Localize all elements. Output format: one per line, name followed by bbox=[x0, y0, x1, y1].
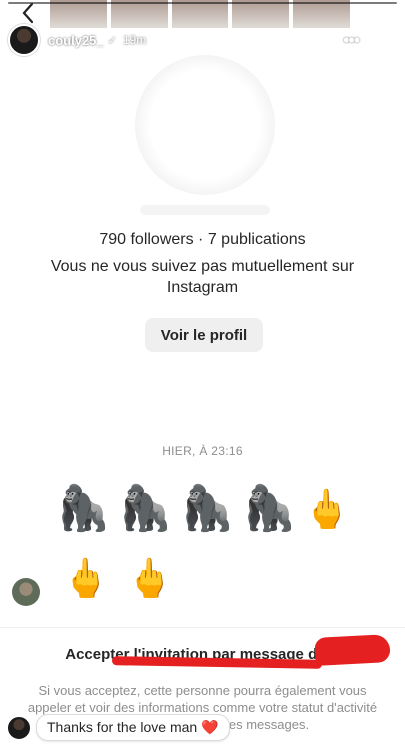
middle-finger-emoji: 🖕 bbox=[303, 487, 351, 531]
story-reply: Thanks for the love man ❤️ bbox=[6, 714, 230, 741]
sender-avatar[interactable] bbox=[12, 578, 40, 606]
view-profile-button[interactable]: Voir le profil bbox=[145, 318, 263, 352]
message-emoji-row-1[interactable]: 🦍 🦍 🦍 🦍 🖕 bbox=[55, 481, 351, 537]
gorilla-emoji: 🦍 bbox=[241, 483, 297, 534]
story-header: couly25_ ✓ 19m ••• bbox=[8, 24, 397, 56]
story-time: 19m bbox=[122, 33, 147, 47]
reply-bubble[interactable]: Thanks for the love man ❤️ bbox=[36, 714, 230, 741]
back-chevron-icon[interactable] bbox=[18, 2, 40, 24]
gorilla-emoji: 🦍 bbox=[179, 483, 235, 534]
redacted-profile-photo bbox=[135, 55, 275, 195]
close-icon[interactable] bbox=[377, 30, 397, 50]
red-scribble-redaction bbox=[314, 634, 391, 666]
profile-stats: 790 followers · 7 publications bbox=[99, 231, 306, 248]
more-options-icon[interactable]: ••• bbox=[343, 30, 360, 51]
middle-finger-emoji: 🖕 bbox=[62, 556, 110, 600]
redacted-profile-name bbox=[140, 205, 270, 215]
gorilla-emoji: 🦍 bbox=[55, 483, 111, 534]
story-progress-fill bbox=[8, 2, 397, 4]
message-timestamp: HIER, À 23:16 bbox=[162, 444, 243, 458]
middle-finger-emoji: 🖕 bbox=[126, 556, 174, 600]
message-emoji-row-2[interactable]: 🖕 🖕 bbox=[62, 550, 174, 606]
verified-icon: ✓ bbox=[107, 34, 117, 47]
reply-avatar[interactable] bbox=[6, 714, 32, 741]
profile-mutual-notice: Vous ne vous suivez pas mutuellement sur… bbox=[50, 258, 355, 296]
story-avatar[interactable] bbox=[8, 24, 40, 56]
gorilla-emoji: 🦍 bbox=[117, 483, 173, 534]
story-username[interactable]: couly25_ bbox=[48, 33, 104, 48]
story-progress-bar bbox=[8, 2, 397, 4]
